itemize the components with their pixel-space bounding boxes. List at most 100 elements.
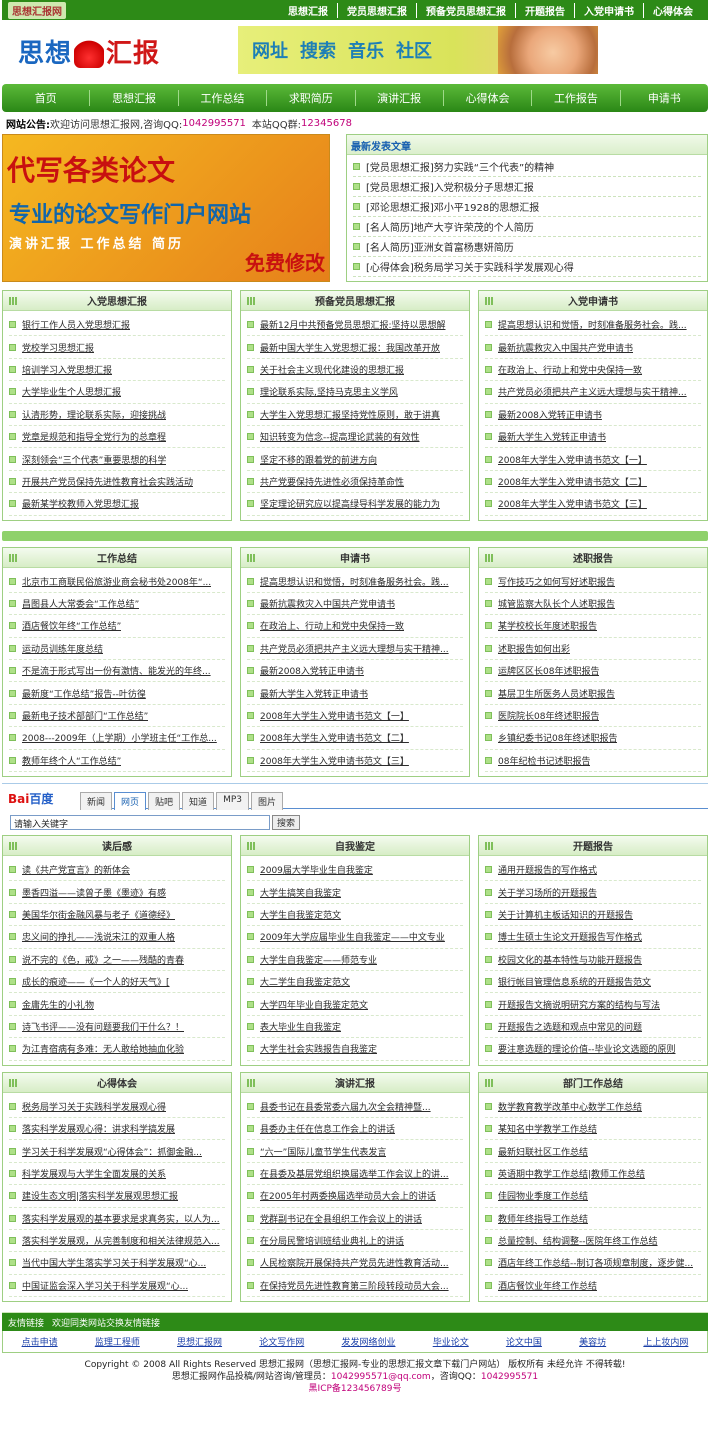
list-item[interactable]: 大学生社会实践报告自我鉴定 xyxy=(247,1038,463,1061)
list-item[interactable]: 在政治上、行动上和党中央保持一致 xyxy=(485,359,701,382)
list-item[interactable]: 教师年终指导工作总结 xyxy=(485,1208,701,1230)
friend-link[interactable]: 监理工程师 xyxy=(95,1335,140,1348)
list-item[interactable]: 关于计算机主板话知识的开题报告 xyxy=(485,904,701,927)
list-item[interactable]: 英语期中教学工作总结|教师工作总结 xyxy=(485,1163,701,1186)
list-item[interactable]: 诗飞书评——没有问题要我们干什么？！ xyxy=(9,1016,225,1039)
box-title[interactable]: 心得体会 xyxy=(3,1072,231,1093)
list-item[interactable]: 在2005年村两委换届选举动员大会上的讲话 xyxy=(247,1185,463,1208)
list-item[interactable]: 某知名中学教学工作总结 xyxy=(485,1118,701,1141)
list-item[interactable]: 大学生自我鉴定范文 xyxy=(247,904,463,927)
list-item[interactable]: 某学校校长年度述职报告 xyxy=(485,615,701,638)
list-item[interactable]: 党群副书记在全县组织工作会议上的讲话 xyxy=(247,1208,463,1230)
top-link[interactable]: 思想汇报 xyxy=(279,3,337,18)
list-item[interactable]: 最新抗震救灾入中国共产党申请书 xyxy=(485,336,701,359)
list-item[interactable]: 教师年终个人“工作总结” xyxy=(9,750,225,773)
list-item[interactable]: 08年纪检书记述职报告 xyxy=(485,750,701,773)
list-item[interactable]: 运牌区区长08年述职报告 xyxy=(485,660,701,683)
list-item[interactable]: 在保持党员先进性教育第三阶段转段动员大会... xyxy=(247,1275,463,1298)
list-item[interactable]: 共产党员必须把共产主义远大理想与实干精神... xyxy=(485,381,701,404)
list-item[interactable]: 税务局学习关于实践科学发展观心得 xyxy=(9,1096,225,1118)
list-item[interactable]: 不是流于形式写出一份有激情、能发光的年终... xyxy=(9,660,225,683)
list-item[interactable]: 大学生入党思想汇报坚持党性原则，敢于讲真 xyxy=(247,404,463,426)
latest-item[interactable]: [心得体会]税务局学习关于实践科学发展观心得 xyxy=(353,257,701,277)
top-link[interactable]: 党员思想汇报 xyxy=(337,2,416,18)
list-item[interactable]: 最新2008入党转正申请书 xyxy=(247,660,463,683)
list-item[interactable]: 人民检察院开展保持共产党员先进性教育活动... xyxy=(247,1252,463,1275)
list-item[interactable]: 读《共产党宣言》的新体会 xyxy=(9,859,225,882)
list-item[interactable]: 城管监察大队长个人述职报告 xyxy=(485,593,701,616)
list-item[interactable]: 党章是规范和指导全党行为的总章程 xyxy=(9,426,225,449)
top-link[interactable]: 入党申请书 xyxy=(574,2,643,18)
list-item[interactable]: 最新电子技术部部门“工作总结” xyxy=(9,705,225,728)
list-item[interactable]: 说不完的《色，戒》之一——残酷的青春 xyxy=(9,949,225,971)
list-item[interactable]: 2008年大学生入党申请书范文【一】 xyxy=(485,448,701,471)
list-item[interactable]: 写作技巧之如何写好述职报告 xyxy=(485,571,701,593)
list-item[interactable]: 科学发展观与大学生全面发展的关系 xyxy=(9,1163,225,1186)
list-item[interactable]: 深刻领会“三个代表”重要思想的科学 xyxy=(9,448,225,471)
list-item[interactable]: “六一”国际儿童节学生代表发言 xyxy=(247,1140,463,1163)
list-item[interactable]: 昌图县人大常委会“工作总结” xyxy=(9,593,225,616)
list-item[interactable]: 数学教育教学改革中心数学工作总结 xyxy=(485,1096,701,1118)
list-item[interactable]: 2008年大学生入党申请书范文【一】 xyxy=(247,705,463,728)
list-item[interactable]: 当代中国大学生落实学习关于科学发展观“心... xyxy=(9,1252,225,1275)
list-item[interactable]: 最新大学生入党转正申请书 xyxy=(485,426,701,449)
list-item[interactable]: 北京市工商联民俗旅游业商会秘书处2008年“... xyxy=(9,571,225,593)
list-item[interactable]: 共产党要保持先进性必须保持革命性 xyxy=(247,471,463,494)
list-item[interactable]: 党校学习思想汇报 xyxy=(9,336,225,359)
friend-link[interactable]: 毕业论文 xyxy=(433,1335,469,1348)
friend-link[interactable]: 论文写作网 xyxy=(259,1335,304,1348)
box-title[interactable]: 申请书 xyxy=(241,547,469,568)
list-item[interactable]: 总量控制、结构调整--医院年终工作总结 xyxy=(485,1230,701,1253)
friend-link[interactable]: 上上妆内网 xyxy=(643,1335,688,1348)
list-item[interactable]: 2008年大学生入党申请书范文【三】 xyxy=(247,750,463,773)
list-item[interactable]: 乡镇纪委书记08年终述职报告 xyxy=(485,727,701,750)
banner-ad[interactable]: 网址 搜索 音乐 社区 xyxy=(238,26,598,74)
list-item[interactable]: 最新某学校教师入党思想汇报 xyxy=(9,493,225,516)
essay-ad[interactable]: 代写各类论文 专业的论文写作门户网站 演讲汇报 工作总结 简历 免费修改 xyxy=(2,134,330,282)
baidu-tab[interactable]: 新闻 xyxy=(80,792,113,811)
list-item[interactable]: 认清形势，理论联系实际，迎接挑战 xyxy=(9,404,225,426)
footer-email[interactable]: 1042995571@qq.com xyxy=(331,1372,431,1382)
list-item[interactable]: 落实科学发展观，从完善制度和相关法律规范入... xyxy=(9,1230,225,1253)
latest-item[interactable]: [名人简历]地产大亨许荣茂的个人简历 xyxy=(353,217,701,237)
list-item[interactable]: 关于学习场所的开题报告 xyxy=(485,881,701,904)
list-item[interactable]: 2009届大学毕业生自我鉴定 xyxy=(247,859,463,882)
list-item[interactable]: 提高思想认识和觉悟，时刻准备服务社会。践... xyxy=(485,314,701,337)
friend-link[interactable]: 发发网络创业 xyxy=(341,1335,395,1348)
list-item[interactable]: 为江青宿病有多难：无人敢给她抽血化验 xyxy=(9,1038,225,1061)
list-item[interactable]: 酒店年终工作总结--制订各项规章制度，逐步健... xyxy=(485,1252,701,1275)
list-item[interactable]: 在县委及基层党组织换届选举工作会议上的讲... xyxy=(247,1163,463,1186)
list-item[interactable]: 落实科学发展观的基本要求是求真务实，以人为... xyxy=(9,1208,225,1230)
list-item[interactable]: 表大毕业生自我鉴定 xyxy=(247,1016,463,1039)
box-title[interactable]: 述职报告 xyxy=(479,547,707,568)
list-item[interactable]: 校园文化的基本特性与功能开题报告 xyxy=(485,949,701,971)
list-item[interactable]: 最新12月中共预备党员思想汇报:坚持以思想解 xyxy=(247,314,463,337)
top-link[interactable]: 开题报告 xyxy=(515,2,574,18)
list-item[interactable]: 坚定不移的跟着党的前进方向 xyxy=(247,448,463,471)
list-item[interactable]: 2008年大学生入党申请书范文【二】 xyxy=(485,471,701,494)
nav-item[interactable]: 工作报告 xyxy=(531,90,619,106)
nav-item[interactable]: 工作总结 xyxy=(177,90,266,106)
list-item[interactable]: 述职报告如何出彩 xyxy=(485,638,701,661)
list-item[interactable]: 县委办主任在信息工作会上的讲话 xyxy=(247,1118,463,1141)
list-item[interactable]: 基层卫生所医务人员述职报告 xyxy=(485,682,701,705)
nav-item[interactable]: 首页 xyxy=(2,90,89,106)
latest-item[interactable]: [党员思想汇报]努力实践“三个代表”的精神 xyxy=(353,157,701,177)
list-item[interactable]: 美国华尔街金融风暴与老子《道德经》 xyxy=(9,904,225,927)
list-item[interactable]: 银行工作人员入党思想汇报 xyxy=(9,314,225,337)
baidu-tab[interactable]: 网页 xyxy=(114,792,147,811)
list-item[interactable]: 开展共产党员保持先进性教育社会实践活动 xyxy=(9,471,225,494)
list-item[interactable]: 忠义间的挣扎——浅说宋江的双重人格 xyxy=(9,926,225,949)
search-button[interactable]: 搜索 xyxy=(272,815,300,831)
list-item[interactable]: 大学毕业生个人思想汇报 xyxy=(9,381,225,404)
box-title[interactable]: 读后感 xyxy=(3,836,231,857)
top-link[interactable]: 预备党员思想汇报 xyxy=(416,2,515,18)
baidu-tab[interactable]: MP3 xyxy=(216,792,249,811)
list-item[interactable]: 在政治上、行动上和党中央保持一致 xyxy=(247,615,463,638)
list-item[interactable]: 大学生搞笑自我鉴定 xyxy=(247,881,463,904)
list-item[interactable]: 大学生自我鉴定——师范专业 xyxy=(247,949,463,971)
list-item[interactable]: 金庸先生的小礼物 xyxy=(9,993,225,1016)
list-item[interactable]: 最新妇联社区工作总结 xyxy=(485,1140,701,1163)
list-item[interactable]: 2008年大学生入党申请书范文【二】 xyxy=(247,727,463,750)
friend-link[interactable]: 论文中国 xyxy=(506,1335,542,1348)
